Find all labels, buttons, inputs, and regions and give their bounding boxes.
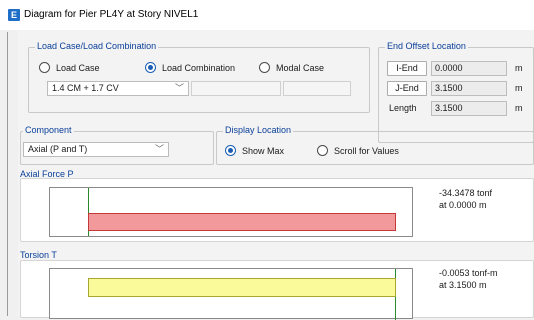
torsion-bar bbox=[88, 278, 396, 297]
scroll-values-radio-circle[interactable] bbox=[317, 145, 328, 156]
axial-force-panel: -34.3478 tonf at 0.0000 m bbox=[20, 178, 534, 242]
torsion-max-location: at 3.1500 m bbox=[439, 280, 487, 290]
window-edge bbox=[7, 32, 8, 316]
i-end-unit: m bbox=[515, 63, 523, 73]
j-end-button[interactable]: J-End bbox=[387, 81, 427, 96]
disabled-field-2 bbox=[283, 81, 351, 96]
app-icon: E bbox=[8, 9, 20, 21]
component-group: Component Axial (P and T) ﹀ bbox=[20, 125, 214, 165]
window-title: Diagram for Pier PL4Y at Story NIVEL1 bbox=[24, 9, 199, 20]
load-combination-radio-circle[interactable] bbox=[145, 62, 156, 73]
modal-case-label: Modal Case bbox=[276, 62, 325, 73]
load-combination-label: Load Combination bbox=[162, 62, 236, 73]
load-combination-radio[interactable]: Load Combination bbox=[145, 62, 235, 73]
component-title: Component bbox=[23, 125, 74, 135]
load-case-group: Load Case/Load Combination Load Case Loa… bbox=[28, 41, 370, 113]
length-label: Length bbox=[389, 103, 417, 113]
torsion-diagram bbox=[49, 268, 413, 320]
axial-force-bar bbox=[88, 213, 396, 231]
torsion-panel: -0.0053 tonf-m at 3.1500 m bbox=[20, 260, 534, 320]
end-offset-group: End Offset Location I-End 0.0000 m J-End… bbox=[378, 41, 534, 143]
axial-max-value: -34.3478 tonf bbox=[439, 188, 493, 198]
scroll-values-label: Scroll for Values bbox=[334, 145, 399, 156]
show-max-radio[interactable]: Show Max bbox=[225, 145, 284, 156]
display-location-title: Display Location bbox=[223, 125, 294, 135]
i-end-field[interactable]: 0.0000 bbox=[431, 61, 507, 76]
chevron-down-icon: ﹀ bbox=[174, 83, 184, 93]
component-dropdown[interactable]: Axial (P and T) ﹀ bbox=[23, 142, 169, 157]
i-end-button[interactable]: I-End bbox=[387, 61, 427, 76]
dialog-content: Load Case/Load Combination Load Case Loa… bbox=[18, 30, 534, 320]
j-end-field[interactable]: 3.1500 bbox=[431, 81, 507, 96]
length-unit: m bbox=[515, 103, 523, 113]
j-end-unit: m bbox=[515, 83, 523, 93]
scroll-values-radio[interactable]: Scroll for Values bbox=[317, 145, 399, 156]
combination-dropdown-value: 1.4 CM + 1.7 CV bbox=[52, 83, 119, 93]
torsion-max-value: -0.0053 tonf-m bbox=[439, 268, 498, 278]
component-dropdown-value: Axial (P and T) bbox=[28, 144, 88, 154]
end-offset-title: End Offset Location bbox=[385, 41, 468, 51]
axial-force-chart bbox=[88, 213, 396, 231]
modal-case-radio[interactable]: Modal Case bbox=[259, 62, 324, 73]
length-field: 3.1500 bbox=[431, 101, 507, 116]
load-case-radio[interactable]: Load Case bbox=[39, 62, 100, 73]
title-bar: E Diagram for Pier PL4Y at Story NIVEL1 bbox=[0, 0, 534, 30]
load-case-radio-circle[interactable] bbox=[39, 62, 50, 73]
show-max-label: Show Max bbox=[242, 145, 285, 156]
disabled-field-1 bbox=[191, 81, 281, 96]
show-max-radio-circle[interactable] bbox=[225, 145, 236, 156]
axial-force-diagram bbox=[49, 187, 413, 237]
modal-case-radio-circle[interactable] bbox=[259, 62, 270, 73]
axial-max-location: at 0.0000 m bbox=[439, 200, 487, 210]
load-case-label: Load Case bbox=[56, 62, 100, 73]
display-location-group: Display Location Show Max Scroll for Val… bbox=[216, 125, 534, 165]
combination-dropdown[interactable]: 1.4 CM + 1.7 CV ﹀ bbox=[47, 81, 189, 96]
chevron-down-icon: ﹀ bbox=[154, 144, 164, 154]
load-case-group-title: Load Case/Load Combination bbox=[35, 41, 159, 51]
torsion-title: Torsion T bbox=[20, 250, 57, 260]
torsion-chart bbox=[88, 278, 396, 297]
